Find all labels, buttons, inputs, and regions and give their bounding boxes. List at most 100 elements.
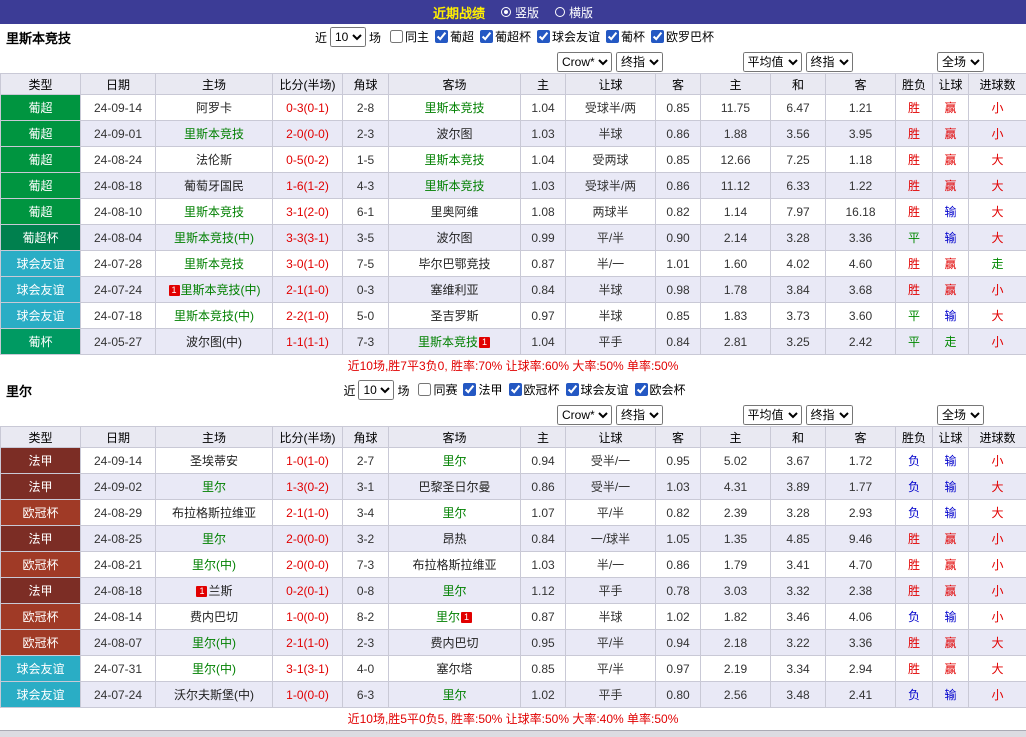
team-link[interactable]: 兰斯	[208, 584, 232, 598]
score-cell[interactable]: 0-3(0-1)	[273, 95, 343, 121]
team-link[interactable]: 阿罗卡	[196, 101, 232, 115]
away-team-cell[interactable]: 里尔	[389, 500, 521, 526]
score-cell[interactable]: 2-2(1-0)	[273, 303, 343, 329]
league-filter-法甲[interactable]: 法甲	[463, 381, 502, 398]
away-team-cell[interactable]: 塞尔塔	[389, 656, 521, 682]
score-cell[interactable]: 3-1(3-1)	[273, 656, 343, 682]
home-team-cell[interactable]: 圣埃蒂安	[156, 448, 273, 474]
team-link[interactable]: 里奥阿维	[430, 205, 478, 219]
team-link[interactable]: 里斯本竞技	[184, 127, 244, 141]
score-cell[interactable]: 2-1(1-0)	[273, 500, 343, 526]
away-team-cell[interactable]: 毕尔巴鄂竞技	[389, 251, 521, 277]
away-team-cell[interactable]: 里斯本竞技	[389, 147, 521, 173]
team-link[interactable]: 里尔	[436, 610, 460, 624]
league-filter-checkbox[interactable]	[537, 30, 550, 43]
team-link[interactable]: 巴黎圣日尔曼	[418, 480, 490, 494]
league-filter-同赛[interactable]: 同赛	[418, 381, 457, 398]
score-cell[interactable]: 1-6(1-2)	[273, 173, 343, 199]
team-link[interactable]: 里斯本竞技	[184, 257, 244, 271]
team-link[interactable]: 布拉格斯拉维亚	[412, 558, 496, 572]
league-filter-球会友谊[interactable]: 球会友谊	[537, 28, 600, 45]
home-team-cell[interactable]: 1里斯本竞技(中)	[156, 277, 273, 303]
league-filter-葡超杯[interactable]: 葡超杯	[480, 28, 531, 45]
home-team-cell[interactable]: 里尔	[156, 526, 273, 552]
away-team-cell[interactable]: 里尔1	[389, 604, 521, 630]
score-cell[interactable]: 2-0(0-0)	[273, 526, 343, 552]
final-index-select[interactable]: 终指	[616, 405, 663, 425]
team-link[interactable]: 塞尔塔	[436, 662, 472, 676]
score-cell[interactable]: 1-1(1-1)	[273, 329, 343, 355]
team-link[interactable]: 里尔(中)	[192, 636, 236, 650]
team-link[interactable]: 里斯本竞技	[184, 205, 244, 219]
home-team-cell[interactable]: 里尔(中)	[156, 552, 273, 578]
team-link[interactable]: 里尔	[442, 454, 466, 468]
final-index-select-2[interactable]: 终指	[806, 405, 853, 425]
team-link[interactable]: 里斯本竞技	[424, 153, 484, 167]
team-link[interactable]: 里斯本竞技	[424, 179, 484, 193]
match-count-select[interactable]: 10	[358, 380, 394, 400]
away-team-cell[interactable]: 布拉格斯拉维亚	[389, 552, 521, 578]
league-filter-葡超[interactable]: 葡超	[435, 28, 474, 45]
league-filter-欧会杯[interactable]: 欧会杯	[635, 381, 686, 398]
team-link[interactable]: 里尔	[442, 506, 466, 520]
home-team-cell[interactable]: 里斯本竞技(中)	[156, 303, 273, 329]
team-link[interactable]: 圣吉罗斯	[430, 309, 478, 323]
home-team-cell[interactable]: 葡萄牙国民	[156, 173, 273, 199]
bookmaker-select[interactable]: Crow*	[557, 52, 612, 72]
score-cell[interactable]: 3-3(3-1)	[273, 225, 343, 251]
league-filter-checkbox[interactable]	[418, 383, 431, 396]
team-link[interactable]: 里尔	[202, 532, 226, 546]
team-link[interactable]: 里尔(中)	[192, 558, 236, 572]
away-team-cell[interactable]: 圣吉罗斯	[389, 303, 521, 329]
team-link[interactable]: 波尔图	[436, 127, 472, 141]
home-team-cell[interactable]: 里尔(中)	[156, 630, 273, 656]
layout-radio-horizontal[interactable]: 横版	[555, 4, 593, 21]
league-filter-checkbox[interactable]	[480, 30, 493, 43]
team-link[interactable]: 里尔	[202, 480, 226, 494]
home-team-cell[interactable]: 里斯本竞技	[156, 121, 273, 147]
away-team-cell[interactable]: 里尔	[389, 682, 521, 708]
league-filter-checkbox[interactable]	[435, 30, 448, 43]
team-link[interactable]: 波尔图	[436, 231, 472, 245]
away-team-cell[interactable]: 里斯本竞技	[389, 95, 521, 121]
score-cell[interactable]: 3-0(1-0)	[273, 251, 343, 277]
away-team-cell[interactable]: 里奥阿维	[389, 199, 521, 225]
league-filter-checkbox[interactable]	[566, 383, 579, 396]
home-team-cell[interactable]: 沃尔夫斯堡(中)	[156, 682, 273, 708]
team-link[interactable]: 法伦斯	[196, 153, 232, 167]
score-cell[interactable]: 2-1(1-0)	[273, 277, 343, 303]
score-cell[interactable]: 2-0(0-0)	[273, 121, 343, 147]
match-count-select[interactable]: 10	[330, 27, 366, 47]
home-team-cell[interactable]: 里斯本竞技	[156, 199, 273, 225]
away-team-cell[interactable]: 巴黎圣日尔曼	[389, 474, 521, 500]
score-cell[interactable]: 1-3(0-2)	[273, 474, 343, 500]
home-team-cell[interactable]: 里尔(中)	[156, 656, 273, 682]
average-select[interactable]: 平均值	[743, 52, 802, 72]
scope-select[interactable]: 全场	[937, 405, 984, 425]
team-link[interactable]: 昂热	[442, 532, 466, 546]
team-link[interactable]: 圣埃蒂安	[190, 454, 238, 468]
team-link[interactable]: 费内巴切	[430, 636, 478, 650]
league-filter-checkbox[interactable]	[463, 383, 476, 396]
team-link[interactable]: 里尔	[442, 688, 466, 702]
score-cell[interactable]: 0-5(0-2)	[273, 147, 343, 173]
team-link[interactable]: 里斯本竞技(中)	[174, 309, 254, 323]
home-team-cell[interactable]: 里斯本竞技	[156, 251, 273, 277]
score-cell[interactable]: 3-1(2-0)	[273, 199, 343, 225]
team-link[interactable]: 沃尔夫斯堡(中)	[174, 688, 254, 702]
league-filter-checkbox[interactable]	[606, 30, 619, 43]
final-index-select[interactable]: 终指	[616, 52, 663, 72]
team-link[interactable]: 费内巴切	[190, 610, 238, 624]
team-link[interactable]: 波尔图(中)	[186, 335, 242, 349]
team-link[interactable]: 毕尔巴鄂竞技	[418, 257, 490, 271]
bookmaker-select[interactable]: Crow*	[557, 405, 612, 425]
league-filter-球会友谊[interactable]: 球会友谊	[566, 381, 629, 398]
away-team-cell[interactable]: 里斯本竞技1	[389, 329, 521, 355]
score-cell[interactable]: 1-0(0-0)	[273, 604, 343, 630]
team-link[interactable]: 里斯本竞技(中)	[174, 231, 254, 245]
home-team-cell[interactable]: 波尔图(中)	[156, 329, 273, 355]
team-link[interactable]: 里尔(中)	[192, 662, 236, 676]
home-team-cell[interactable]: 布拉格斯拉维亚	[156, 500, 273, 526]
league-filter-葡杯[interactable]: 葡杯	[606, 28, 645, 45]
league-filter-欧冠杯[interactable]: 欧冠杯	[509, 381, 560, 398]
